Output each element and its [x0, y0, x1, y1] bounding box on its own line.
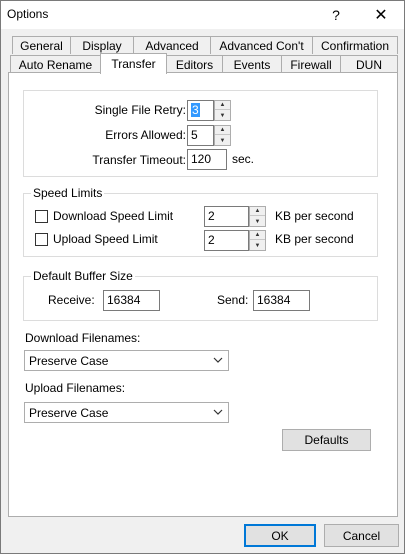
tab-general[interactable]: General	[12, 36, 71, 54]
defaults-button[interactable]: Defaults	[282, 429, 371, 451]
tab-label: Advanced Con't	[219, 38, 304, 53]
upload-filenames-value: Preserve Case	[29, 406, 109, 420]
tab-transfer[interactable]: Transfer	[100, 53, 167, 74]
transfer-timeout-input[interactable]: 120	[187, 149, 227, 170]
errors-allowed-spinner[interactable]: ▲ ▼	[214, 125, 231, 146]
upload-speed-spinner[interactable]: ▲ ▼	[249, 230, 266, 251]
download-filenames-value: Preserve Case	[29, 354, 109, 368]
download-speed-limit-checkbox[interactable]	[35, 210, 48, 223]
buffer-size-group: Default Buffer Size Receive: 16384 Send:…	[23, 269, 378, 321]
tab-editors[interactable]: Editors	[166, 55, 223, 73]
single-file-retry-spinner[interactable]: ▲ ▼	[214, 100, 231, 121]
upload-speed-value: 2	[208, 233, 215, 247]
tab-display[interactable]: Display	[70, 36, 134, 54]
transfer-tab-panel: Single File Retry: 3 ▲ ▼ Errors Allowed:…	[8, 72, 398, 517]
tab-label: Auto Rename	[18, 57, 93, 72]
tab-label: Firewall	[290, 57, 332, 72]
send-input[interactable]: 16384	[253, 290, 310, 311]
ok-button[interactable]: OK	[244, 524, 316, 547]
tab-advanced-cont[interactable]: Advanced Con't	[210, 36, 313, 54]
single-file-retry-value: 3	[191, 103, 200, 117]
tab-advanced[interactable]: Advanced	[133, 36, 211, 54]
tab-events[interactable]: Events	[222, 55, 282, 73]
chevron-down-icon	[213, 357, 223, 363]
title-bar: Options ? ✕	[1, 1, 404, 29]
buffer-size-title: Default Buffer Size	[31, 269, 135, 283]
upload-speed-unit: KB per second	[275, 232, 354, 246]
upload-speed-limit-checkbox[interactable]	[35, 233, 48, 246]
tab-label: Editors	[175, 57, 214, 72]
spin-down-icon[interactable]: ▼	[250, 217, 265, 226]
spin-up-icon[interactable]: ▲	[250, 207, 265, 216]
tab-row-front: Auto Rename Transfer Editors Events Fire…	[1, 53, 405, 74]
tab-auto-rename[interactable]: Auto Rename	[10, 55, 101, 73]
single-file-retry-input[interactable]: 3	[187, 100, 214, 121]
send-value: 16384	[257, 293, 291, 307]
cancel-button[interactable]: Cancel	[324, 524, 399, 547]
transfer-timeout-unit: sec.	[232, 152, 255, 166]
tab-firewall[interactable]: Firewall	[281, 55, 341, 73]
receive-label: Receive:	[48, 293, 95, 307]
tab-row-back: General Display Advanced Advanced Con't …	[1, 36, 405, 54]
tab-label: General	[20, 38, 63, 53]
errors-allowed-input[interactable]: 5	[187, 125, 214, 146]
download-speed-spinner[interactable]: ▲ ▼	[249, 206, 266, 227]
spin-down-icon[interactable]: ▼	[215, 136, 230, 145]
transfer-timeout-label: Transfer Timeout:	[92, 153, 186, 167]
tab-confirmation[interactable]: Confirmation	[312, 36, 398, 54]
help-icon[interactable]: ?	[313, 1, 359, 29]
spin-down-icon[interactable]: ▼	[215, 111, 230, 120]
transfer-timeout-value: 120	[191, 152, 212, 166]
tab-dun[interactable]: DUN	[340, 55, 398, 73]
receive-input[interactable]: 16384	[103, 290, 160, 311]
tab-label: Events	[233, 57, 271, 72]
spin-down-icon[interactable]: ▼	[250, 241, 265, 250]
tab-label: DUN	[356, 57, 382, 72]
close-icon[interactable]: ✕	[358, 1, 404, 29]
transfer-settings-group: Single File Retry: 3 ▲ ▼ Errors Allowed:…	[23, 90, 378, 177]
speed-limits-group: Speed Limits Download Speed Limit 2 ▲ ▼ …	[23, 186, 378, 257]
window-title: Options	[7, 7, 49, 21]
download-speed-unit: KB per second	[275, 209, 354, 223]
chevron-down-icon	[213, 409, 223, 415]
upload-filenames-label: Upload Filenames:	[25, 381, 126, 395]
errors-allowed-value: 5	[191, 128, 198, 142]
download-speed-input[interactable]: 2	[204, 206, 249, 227]
speed-limits-title: Speed Limits	[31, 186, 105, 200]
options-dialog: Options ? ✕ General Display Advanced Adv…	[0, 0, 405, 554]
upload-speed-limit-label[interactable]: Upload Speed Limit	[53, 232, 158, 246]
spin-up-icon[interactable]: ▲	[215, 101, 230, 110]
errors-allowed-label: Errors Allowed:	[105, 128, 186, 142]
tab-label: Display	[82, 38, 122, 53]
download-filenames-select[interactable]: Preserve Case	[24, 350, 229, 371]
upload-filenames-select[interactable]: Preserve Case	[24, 402, 229, 423]
spin-up-icon[interactable]: ▲	[215, 126, 230, 135]
send-label: Send:	[217, 293, 249, 307]
receive-value: 16384	[107, 293, 141, 307]
tab-label: Transfer	[111, 57, 156, 71]
download-filenames-label: Download Filenames:	[25, 331, 141, 345]
single-file-retry-label: Single File Retry:	[94, 103, 186, 117]
download-speed-value: 2	[208, 209, 215, 223]
download-speed-limit-label[interactable]: Download Speed Limit	[53, 209, 173, 223]
upload-speed-input[interactable]: 2	[204, 230, 249, 251]
tab-label: Confirmation	[320, 38, 390, 53]
spin-up-icon[interactable]: ▲	[250, 231, 265, 240]
tab-label: Advanced	[145, 38, 199, 53]
